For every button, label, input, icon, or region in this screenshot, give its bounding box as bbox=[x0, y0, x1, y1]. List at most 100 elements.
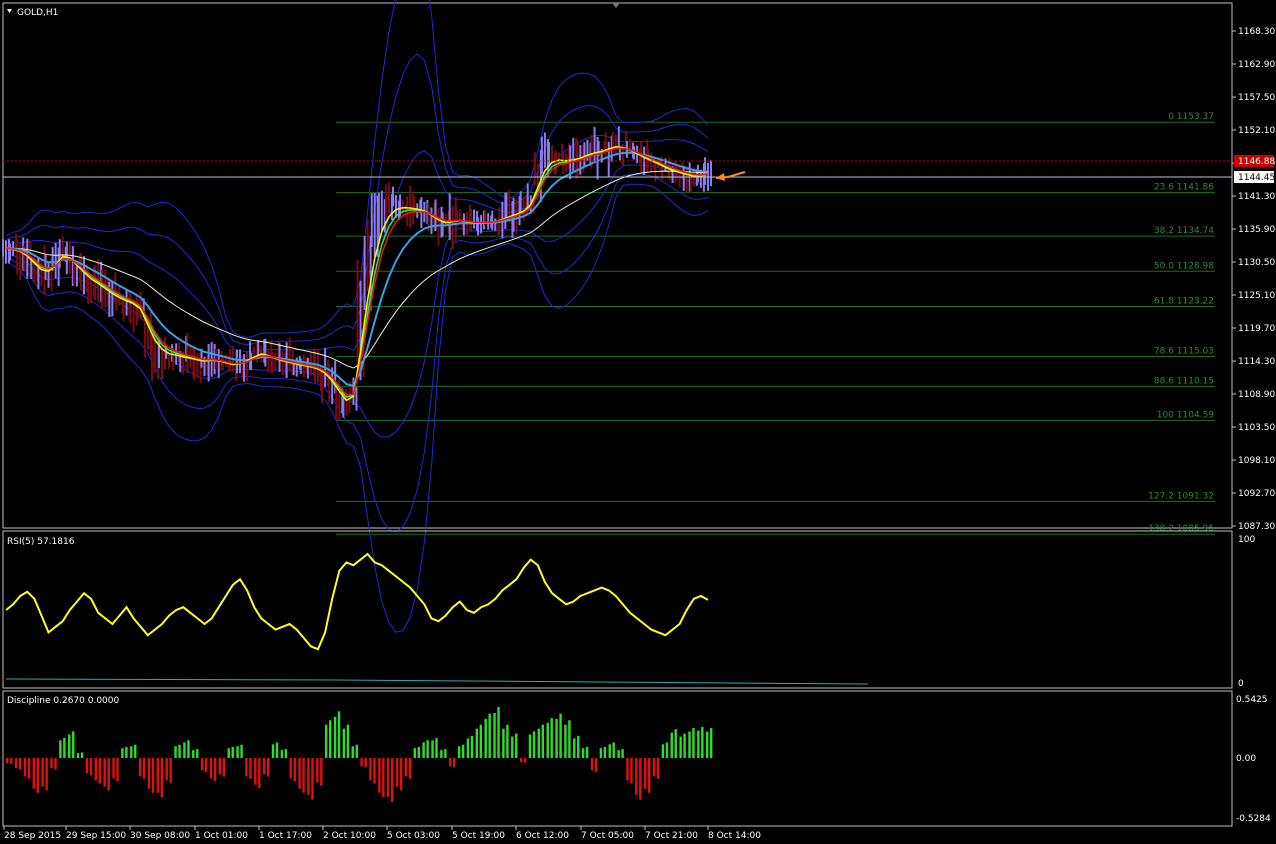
discipline-bar bbox=[324, 724, 328, 758]
time-axis-label: 28 Sep 2015 bbox=[4, 831, 61, 841]
discipline-bar bbox=[107, 758, 110, 791]
bid-price-label: 1146.88 bbox=[1238, 157, 1275, 167]
discipline-bar bbox=[369, 758, 372, 781]
discipline-bar bbox=[183, 742, 186, 758]
time-axis-label: 1 Oct 17:00 bbox=[259, 831, 312, 841]
time-axis-label: 2 Oct 10:00 bbox=[323, 831, 376, 841]
discipline-bar bbox=[63, 738, 66, 758]
price-axis-label: 1098.10 bbox=[1238, 456, 1275, 466]
discipline-bar bbox=[568, 720, 571, 758]
discipline-bar bbox=[10, 758, 13, 764]
discipline-bar bbox=[116, 758, 119, 782]
discipline-bar bbox=[573, 738, 576, 758]
discipline-bar bbox=[169, 758, 172, 784]
discipline-bar bbox=[453, 758, 456, 768]
discipline-bar bbox=[121, 748, 124, 758]
discipline-bar bbox=[479, 724, 483, 758]
time-axis-label: 1 Oct 01:00 bbox=[195, 831, 248, 841]
discipline-bar bbox=[626, 758, 629, 781]
discipline-bar bbox=[387, 758, 390, 797]
discipline-bar bbox=[515, 733, 518, 758]
rsi-title: RSI(5) 57.1816 bbox=[7, 537, 75, 547]
discipline-bar bbox=[68, 734, 71, 758]
discipline-bar bbox=[608, 744, 611, 758]
discipline-bar bbox=[355, 744, 358, 758]
discipline-bar bbox=[665, 742, 669, 758]
discipline-bar bbox=[399, 758, 403, 791]
discipline-bar bbox=[222, 758, 226, 777]
discipline-bar bbox=[151, 758, 155, 793]
rsi-axis-max: 100 bbox=[1238, 535, 1255, 545]
time-axis-label: 6 Oct 12:00 bbox=[516, 831, 569, 841]
fib-level-label: 100 1104.59 bbox=[1157, 410, 1215, 420]
rsi-axis-min: 0 bbox=[1238, 679, 1244, 689]
discipline-bar bbox=[652, 758, 656, 777]
discipline-bar bbox=[258, 758, 261, 789]
discipline-bar bbox=[639, 758, 642, 800]
discipline-bar bbox=[266, 758, 270, 777]
discipline-bar bbox=[89, 758, 93, 776]
discipline-axis-min: -0.5284 bbox=[1236, 814, 1271, 824]
discipline-bar bbox=[408, 758, 412, 779]
trading-chart[interactable]: GOLD,H1 0 1153.37 23.6 1141.86 38.2 1134.7… bbox=[0, 0, 1276, 844]
discipline-bar bbox=[706, 731, 709, 758]
discipline-axis-max: 0.5425 bbox=[1236, 695, 1268, 705]
fib-level-label: 23.6 1141.86 bbox=[1154, 183, 1214, 193]
discipline-bar bbox=[511, 736, 514, 758]
discipline-bar bbox=[426, 740, 429, 758]
time-axis-label: 5 Oct 03:00 bbox=[387, 831, 440, 841]
price-axis-label: 1087.30 bbox=[1238, 522, 1275, 532]
discipline-bar bbox=[585, 746, 589, 758]
discipline-bar bbox=[311, 758, 314, 800]
discipline-bar bbox=[546, 722, 549, 758]
price-axis-label: 1162.90 bbox=[1238, 60, 1275, 70]
discipline-bar bbox=[6, 758, 9, 764]
discipline-bar bbox=[27, 758, 31, 779]
discipline-bar bbox=[550, 718, 553, 758]
price-axis-label: 1092.70 bbox=[1238, 489, 1275, 499]
price-axis-label: 1130.50 bbox=[1238, 258, 1275, 268]
discipline-bar bbox=[435, 738, 438, 758]
discipline-bar bbox=[413, 748, 416, 758]
discipline-bar bbox=[674, 729, 677, 758]
price-axis-label: 1168.30 bbox=[1238, 27, 1275, 37]
discipline-bar bbox=[457, 746, 461, 758]
discipline-title: Discipline 0.2670 0.0000 bbox=[7, 696, 120, 706]
discipline-bar bbox=[76, 753, 80, 758]
discipline-bar bbox=[271, 744, 275, 758]
discipline-bar bbox=[320, 758, 323, 786]
discipline-bar bbox=[523, 758, 527, 763]
discipline-bar bbox=[307, 758, 310, 795]
discipline-bar bbox=[85, 758, 89, 774]
fib-level-label: 78.6 1115.03 bbox=[1154, 347, 1214, 357]
discipline-bar bbox=[475, 728, 479, 758]
discipline-bar bbox=[373, 758, 376, 784]
discipline-bar bbox=[449, 758, 452, 767]
discipline-bar bbox=[502, 728, 505, 758]
discipline-bar bbox=[621, 749, 624, 758]
discipline-bar bbox=[245, 758, 248, 777]
discipline-bar bbox=[670, 732, 673, 758]
discipline-bar bbox=[45, 758, 48, 791]
discipline-bar bbox=[94, 758, 98, 781]
discipline-bar bbox=[404, 758, 408, 777]
price-axis-label: 1157.50 bbox=[1238, 93, 1275, 103]
price-axis-label: 1114.30 bbox=[1238, 357, 1275, 367]
discipline-bar bbox=[555, 718, 558, 758]
fib-level-label: 61.8 1123.22 bbox=[1154, 296, 1214, 306]
discipline-bar bbox=[80, 752, 84, 758]
discipline-bar bbox=[692, 728, 695, 758]
discipline-bar bbox=[488, 713, 491, 758]
fib-level-label: 127.2 1091.32 bbox=[1148, 491, 1214, 501]
time-axis-label: 7 Oct 05:00 bbox=[581, 831, 634, 841]
discipline-bar bbox=[643, 758, 647, 789]
discipline-bar bbox=[231, 746, 234, 758]
discipline-bar bbox=[178, 744, 181, 758]
discipline-bar bbox=[125, 746, 128, 758]
discipline-bar bbox=[493, 712, 496, 758]
discipline-bar bbox=[284, 749, 288, 758]
discipline-bar bbox=[54, 758, 57, 770]
discipline-bar bbox=[209, 758, 213, 779]
discipline-bar bbox=[688, 731, 691, 758]
discipline-bar bbox=[528, 734, 532, 758]
